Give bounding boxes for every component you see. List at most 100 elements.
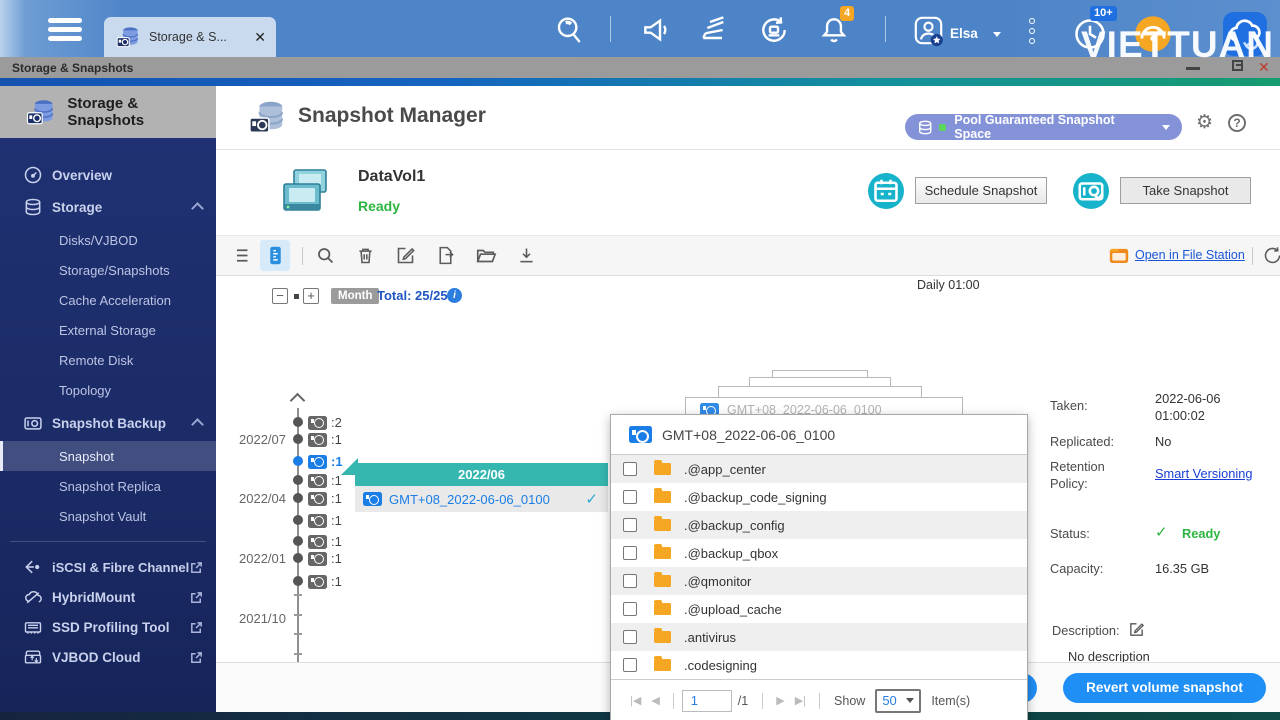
folder-row[interactable]: .@backup_qbox <box>611 539 1027 567</box>
sidebar-item-vjbod-cloud[interactable]: VJBOD Cloud <box>0 642 216 672</box>
folder-icon <box>654 575 671 587</box>
popup-header: GMT+08_2022-06-06_0100 <box>611 415 1027 455</box>
checkbox[interactable] <box>623 658 637 672</box>
timeline-entry[interactable]: :1 <box>308 432 342 447</box>
search-icon[interactable] <box>553 14 585 46</box>
snapshot-toolbar: Open in File Station <box>216 236 1280 276</box>
folder-row[interactable]: .codesigning <box>611 651 1027 679</box>
window-close-icon[interactable]: ✕ <box>1258 60 1270 75</box>
sidebar-item-external-storage[interactable]: External Storage <box>0 315 216 345</box>
sidebar-item-snapshot-replica[interactable]: Snapshot Replica <box>0 471 216 501</box>
take-snapshot-camera-icon[interactable] <box>1073 173 1109 209</box>
revert-volume-snapshot-button[interactable]: Revert volume snapshot <box>1063 673 1266 703</box>
delete-snapshot-icon[interactable] <box>355 245 376 266</box>
download-icon[interactable] <box>516 245 537 266</box>
search-snapshot-icon[interactable] <box>315 245 336 266</box>
schedule-snapshot-button[interactable]: Schedule Snapshot <box>915 177 1047 204</box>
folder-row[interactable]: .antivirus <box>611 623 1027 651</box>
sidebar-item-snapshot-vault[interactable]: Snapshot Vault <box>0 501 216 531</box>
collapse-chevron-icon[interactable] <box>191 202 204 215</box>
settings-gear-icon[interactable]: ⚙ <box>1196 113 1216 133</box>
sidebar-item-cache-acceleration[interactable]: Cache Acceleration <box>0 285 216 315</box>
timeline-scroll-up-icon[interactable] <box>290 393 306 409</box>
main-menu-icon[interactable] <box>48 18 86 42</box>
export-snapshot-icon[interactable] <box>435 245 456 266</box>
refresh-icon[interactable] <box>1262 245 1280 266</box>
next-page-icon[interactable]: ▶ <box>776 694 784 707</box>
timeline-zoom-out-button[interactable]: − <box>272 288 288 304</box>
tab-close-icon[interactable]: ✕ <box>254 29 266 46</box>
resource-monitor-icon[interactable] <box>1133 14 1165 46</box>
sidebar-item-snapshot[interactable]: Snapshot <box>0 441 216 471</box>
timeline-entry[interactable]: :1 <box>308 513 342 528</box>
prev-page-icon[interactable]: ◀ <box>651 694 659 707</box>
edit-description-icon[interactable] <box>1128 621 1145 638</box>
checkbox[interactable] <box>623 546 637 560</box>
sidebar-item-storage[interactable]: Storage <box>0 192 216 222</box>
page-size-select[interactable]: 50 <box>875 689 921 713</box>
user-name[interactable]: Elsa <box>950 26 978 41</box>
schedule-calendar-icon[interactable] <box>868 173 904 209</box>
page-number-input[interactable] <box>682 690 732 712</box>
pool-guaranteed-snapshot-space-button[interactable]: Pool Guaranteed Snapshot Space <box>905 114 1182 140</box>
user-account-icon[interactable] <box>912 14 944 46</box>
more-options-icon[interactable] <box>1028 18 1036 48</box>
sidebar-item-snapshot-backup[interactable]: Snapshot Backup <box>0 408 216 438</box>
sidebar-item-overview[interactable]: Overview <box>0 160 216 190</box>
timeline-date-label: 2022/01 <box>226 551 286 566</box>
checkbox[interactable] <box>623 462 637 476</box>
window-minimize-icon[interactable] <box>1186 60 1200 70</box>
checkbox[interactable] <box>623 490 637 504</box>
app-tab-storage-snapshots[interactable]: Storage & S... ✕ <box>104 17 276 57</box>
sidebar-item-ssd-profiling[interactable]: SSD Profiling Tool <box>0 612 216 642</box>
timeline-entry[interactable]: :2 <box>308 415 342 430</box>
timeline-entry-selected[interactable]: :1 <box>308 454 343 469</box>
sidebar-item-storage-snapshots[interactable]: Storage/Snapshots <box>0 255 216 285</box>
checkbox[interactable] <box>623 602 637 616</box>
sidebar-item-hybridmount[interactable]: HybridMount <box>0 582 216 612</box>
timeline-entry[interactable]: :1 <box>308 551 342 566</box>
edit-snapshot-icon[interactable] <box>395 245 416 266</box>
open-folder-icon[interactable] <box>475 245 496 266</box>
checkbox[interactable] <box>623 518 637 532</box>
timeline-date-label: 2022/07 <box>226 432 286 447</box>
announcement-icon[interactable] <box>640 14 672 46</box>
open-in-file-station-link[interactable]: Open in File Station <box>1135 248 1245 262</box>
timeline-entry[interactable]: :1 <box>308 534 342 549</box>
sidebar-item-remote-disk[interactable]: Remote Disk <box>0 345 216 375</box>
timeline-view-icon[interactable] <box>265 245 286 266</box>
folder-row[interactable]: .@qmonitor <box>611 567 1027 595</box>
timeline-zoom-in-button[interactable]: + <box>303 288 319 304</box>
checkbox[interactable] <box>623 574 637 588</box>
sidebar-item-disks-vjbod[interactable]: Disks/VJBOD <box>0 225 216 255</box>
sidebar-item-iscsi-fibre[interactable]: iSCSI & Fibre Channel <box>0 552 216 582</box>
folder-row[interactable]: .@app_center <box>611 455 1027 483</box>
folder-icon <box>654 603 671 615</box>
timeline-entry[interactable]: :1 <box>308 473 342 488</box>
help-icon[interactable]: ? <box>1228 114 1246 132</box>
event-logs-icon[interactable] <box>698 14 730 46</box>
selected-snapshot-card[interactable]: 2022/06 GMT+08_2022-06-06_0100 ✓ <box>355 463 608 512</box>
timeline-zoom-slider[interactable] <box>294 294 299 299</box>
window-maximize-icon[interactable] <box>1232 60 1243 71</box>
desktop-top-bar: Storage & S... ✕ 4 Elsa 10+ <box>0 0 1280 57</box>
timeline-entry[interactable]: :1 <box>308 491 342 506</box>
checkbox[interactable] <box>623 630 637 644</box>
sidebar-item-topology[interactable]: Topology <box>0 375 216 405</box>
list-view-icon[interactable] <box>230 245 251 266</box>
collapse-chevron-icon[interactable] <box>191 418 204 431</box>
timeline-entry[interactable]: :1 <box>308 574 342 589</box>
folder-row[interactable]: .@backup_config <box>611 511 1027 539</box>
last-page-icon[interactable]: ▶| <box>795 694 806 707</box>
folder-row[interactable]: .@upload_cache <box>611 595 1027 623</box>
firmware-update-icon[interactable] <box>758 14 790 46</box>
info-icon[interactable]: i <box>447 288 462 303</box>
first-page-icon[interactable]: |◀ <box>630 694 641 707</box>
myqnapcloud-icon[interactable] <box>1222 11 1254 43</box>
folder-row[interactable]: .@backup_code_signing <box>611 483 1027 511</box>
retention-policy-link[interactable]: Smart Versioning <box>1155 466 1252 481</box>
select-caret-icon <box>906 698 914 703</box>
take-snapshot-button[interactable]: Take Snapshot <box>1120 177 1251 204</box>
timeline-content: − + Month Total: 25/256 i 2022/07 2022/0… <box>216 276 1280 662</box>
window-title-bar: Storage & Snapshots ✕ <box>0 57 1280 78</box>
